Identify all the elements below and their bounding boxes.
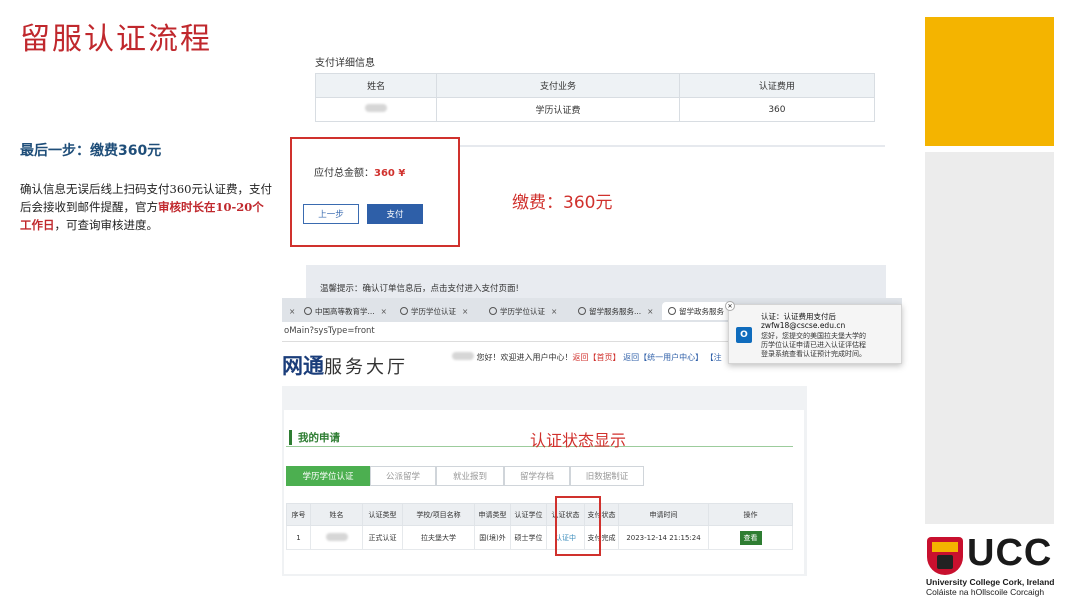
globe-icon (489, 307, 497, 315)
col-action: 操作 (708, 503, 793, 526)
payment-header-row: 姓名 支付业务 认证费用 (314, 73, 876, 98)
applications-table: 序号 姓名 认证类型 学校/项目名称 申请类型 认证学位 认证状态 支付状态 申… (286, 503, 793, 550)
logo-line-2: Coláiste na hOllscoile Corcaigh (926, 587, 1045, 597)
table-row: 学历认证费 360 (314, 97, 876, 122)
redacted-name (325, 532, 348, 541)
tab-close[interactable]: × (286, 302, 295, 320)
tab-old-data[interactable]: 旧数据制证 (570, 466, 644, 486)
col-time: 申请时间 (618, 503, 709, 526)
cell-index: 1 (286, 525, 311, 550)
step-heading: 最后一步：缴费360元 (20, 143, 162, 159)
redacted-user (452, 352, 474, 360)
close-icon[interactable]: × (647, 307, 653, 316)
extra-link[interactable]: 【注 (706, 353, 722, 362)
decor-yellow-square (925, 17, 1054, 146)
close-icon[interactable]: × (381, 307, 387, 316)
cell-time: 2023-12-14 21:15:24 (618, 525, 709, 550)
tip-text: 温馨提示：确认订单信息后，点击支付进入支付页面! (320, 284, 519, 294)
status-highlight-box (555, 496, 601, 556)
cell-type: 正式认证 (362, 525, 403, 550)
close-icon[interactable]: × (462, 307, 468, 316)
applications-header-row: 序号 姓名 认证类型 学校/项目名称 申请类型 认证学位 认证状态 支付状态 申… (286, 503, 793, 526)
crest-icon (927, 537, 963, 575)
payment-section-title: 支付详细信息 (315, 58, 375, 69)
cell-name (314, 97, 438, 122)
col-index: 序号 (286, 503, 311, 526)
notification-sender: zwfw18@cscse.edu.cn (761, 321, 846, 330)
welcome-bar: 您好！欢迎进入用户中心！返回【首页】 返回【统一用户中心】 【注 (452, 352, 722, 363)
decor-grey-panel (925, 152, 1054, 524)
cell-business: 学历认证费 (436, 97, 680, 122)
payment-table: 姓名 支付业务 认证费用 学历认证费 360 (314, 73, 876, 122)
col-fee: 认证费用 (678, 73, 876, 98)
col-school: 学校/项目名称 (402, 503, 475, 526)
desc-text-2: ，可查询审核进度。 (54, 218, 159, 232)
tab-degree-certification[interactable]: 学历学位认证 (286, 466, 370, 486)
url-text: oMain?sysType=front (284, 326, 375, 336)
col-name: 姓名 (310, 503, 363, 526)
ucc-logo: UCC University College Cork, Ireland Col… (925, 532, 1055, 598)
table-row: 1 正式认证 拉夫堡大学 国(境)外 硕士学位 认证中 支付完成 2023-12… (286, 525, 793, 550)
view-button[interactable]: 查看 (739, 530, 762, 545)
payment-divider (460, 145, 885, 147)
home-link[interactable]: 返回【首页】 (573, 353, 621, 362)
browser-tab[interactable]: 留学服务服务... × (578, 302, 653, 320)
tip-bar: 温馨提示：确认订单信息后，点击支付进入支付页面! (306, 265, 886, 300)
close-icon[interactable]: ✕ (725, 301, 735, 311)
browser-tab[interactable]: 中国高等教育学... × (304, 302, 387, 320)
col-business: 支付业务 (436, 73, 680, 98)
email-notification[interactable]: ✕ O 认证：认证费用支付后 zwfw18@cscse.edu.cn 您好，您提… (725, 301, 902, 364)
globe-icon (400, 307, 408, 315)
logo-line-1: University College Cork, Ireland (926, 577, 1055, 587)
tab-archive[interactable]: 留学存档 (504, 466, 570, 486)
cell-school: 拉夫堡大学 (402, 525, 475, 550)
browser-tab[interactable]: 学历学位认证 × (400, 302, 468, 320)
cell-action: 查看 (708, 525, 793, 550)
user-center-link[interactable]: 返回【统一用户中心】 (623, 353, 703, 362)
logo-name: UCC (967, 532, 1053, 574)
tab-employment[interactable]: 就业报到 (436, 466, 504, 486)
site-brand: 网通服务大厅 (282, 350, 408, 380)
close-icon[interactable]: × (289, 307, 295, 316)
col-type: 认证类型 (362, 503, 403, 526)
redacted-name (365, 104, 388, 112)
brand-suffix: 服务大厅 (324, 357, 408, 378)
brand-name: 网通 (282, 354, 324, 378)
tab-public-study[interactable]: 公派留学 (370, 466, 436, 486)
close-icon[interactable]: × (551, 307, 557, 316)
notification-line-3: 登录系统查看认证预计完成时间。 (761, 350, 866, 358)
cell-name (310, 525, 363, 550)
chrome-icon (668, 307, 676, 315)
my-applications-heading: 我的申请 (289, 430, 340, 445)
col-degree: 认证学位 (510, 503, 547, 526)
cell-app-type: 国(境)外 (474, 525, 511, 550)
welcome-text: 您好！欢迎进入用户中心！ (476, 353, 573, 362)
cell-degree: 硕士学位 (510, 525, 547, 550)
payment-annotation: 缴费：360元 (512, 193, 613, 213)
browser-tab[interactable]: 学历学位认证 × (489, 302, 557, 320)
step-description: 确认信息无误后线上扫码支付360元认证费，支付后会接收到邮件提醒，官方审核时长在… (20, 180, 275, 234)
slide-title: 留服认证流程 (20, 22, 212, 57)
outlook-icon: O (736, 327, 752, 343)
chrome-icon (578, 307, 586, 315)
site-icon (304, 307, 312, 315)
browser-tab-active[interactable]: 留学政务服务 (662, 302, 730, 320)
cell-fee: 360 (678, 97, 876, 122)
col-app-type: 申请类型 (474, 503, 511, 526)
payment-highlight-box (290, 137, 460, 247)
status-annotation: 认证状态显示 (530, 431, 627, 450)
col-name: 姓名 (314, 73, 438, 98)
